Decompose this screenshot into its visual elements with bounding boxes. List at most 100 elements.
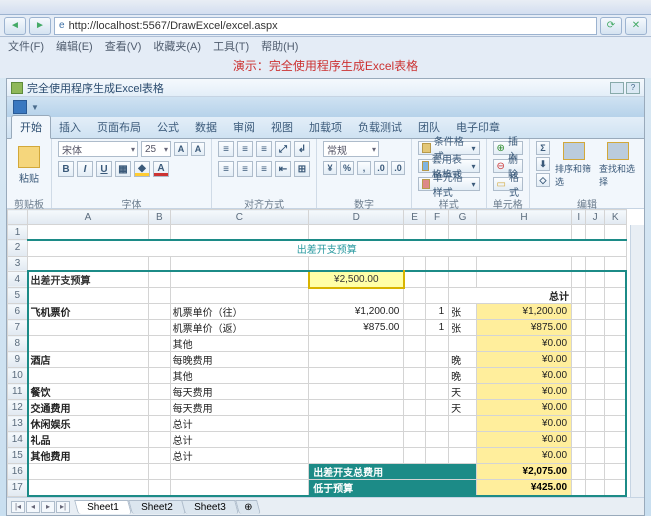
currency-button[interactable]: ¥ (323, 161, 337, 175)
wrap-text-button[interactable]: ↲ (294, 141, 310, 157)
col-header[interactable]: I (572, 210, 586, 225)
align-left-button[interactable]: ≡ (218, 161, 234, 177)
cell[interactable] (28, 256, 149, 271)
qty-cell[interactable] (425, 400, 448, 416)
col-header[interactable]: C (170, 210, 309, 225)
subtotal-cell[interactable]: ¥0.00 (476, 400, 571, 416)
cell[interactable] (404, 288, 426, 304)
row-header[interactable]: 1 (8, 225, 28, 240)
cell[interactable] (586, 496, 604, 497)
price-cell[interactable]: ¥1,200.00 (309, 304, 404, 320)
cell[interactable] (170, 496, 309, 497)
cell[interactable] (404, 432, 426, 448)
price-cell[interactable] (309, 352, 404, 368)
cell[interactable] (404, 400, 426, 416)
cell[interactable] (604, 288, 626, 304)
col-header[interactable] (8, 210, 28, 225)
cell[interactable] (604, 225, 626, 240)
clear-button[interactable]: ◇ (536, 173, 550, 187)
cell[interactable] (149, 352, 171, 368)
tab-nav-first[interactable]: |◂ (11, 501, 25, 513)
cell[interactable] (604, 416, 626, 432)
category-cell[interactable] (28, 336, 149, 352)
cell[interactable] (309, 256, 404, 271)
row-header[interactable]: 16 (8, 464, 28, 480)
row-header[interactable]: 12 (8, 400, 28, 416)
total-expense-value[interactable]: ¥2,075.00 (476, 464, 571, 480)
cell[interactable] (449, 271, 477, 288)
cell[interactable] (404, 368, 426, 384)
total-expense-label[interactable]: 出差开支总费用 (309, 464, 477, 480)
row-header[interactable]: 3 (8, 256, 28, 271)
sheet-tab-new[interactable]: ⊕ (235, 500, 261, 514)
cell[interactable] (586, 352, 604, 368)
subtotal-cell[interactable]: ¥0.00 (476, 336, 571, 352)
cell[interactable] (309, 496, 404, 497)
italic-button[interactable]: I (77, 161, 93, 177)
cell[interactable] (572, 304, 586, 320)
tab-home[interactable]: 开始 (11, 115, 51, 139)
tab-addins[interactable]: 加载项 (301, 116, 350, 138)
subtotal-cell[interactable]: ¥0.00 (476, 352, 571, 368)
comma-button[interactable]: , (357, 161, 371, 175)
worksheet-area[interactable]: ABCDEFGHIJK12出差开支预算34出差开支预算¥2,500.005总计6… (7, 209, 644, 497)
cell[interactable] (149, 271, 171, 288)
unit-cell[interactable]: 晚 (449, 352, 477, 368)
cell[interactable] (604, 320, 626, 336)
row-header[interactable]: 13 (8, 416, 28, 432)
cell[interactable] (586, 271, 604, 288)
border-button[interactable]: ▦ (115, 161, 131, 177)
item-cell[interactable]: 总计 (170, 448, 309, 464)
col-header[interactable]: H (476, 210, 571, 225)
menu-file[interactable]: 文件(F) (8, 38, 44, 54)
align-center-button[interactable]: ≡ (237, 161, 253, 177)
menu-favorites[interactable]: 收藏夹(A) (153, 38, 201, 54)
col-header[interactable]: K (604, 210, 626, 225)
cell[interactable] (170, 464, 309, 480)
cell[interactable] (149, 368, 171, 384)
cell[interactable] (586, 384, 604, 400)
tab-nav-next[interactable]: ▸ (41, 501, 55, 513)
tab-view[interactable]: 视图 (263, 116, 301, 138)
item-cell[interactable]: 机票单价（返） (170, 320, 309, 336)
under-budget-label[interactable]: 低于预算 (309, 480, 477, 497)
tab-loadtest[interactable]: 负载测试 (350, 116, 410, 138)
category-cell[interactable]: 酒店 (28, 352, 149, 368)
cell[interactable] (604, 496, 626, 497)
cell[interactable] (586, 288, 604, 304)
cell[interactable] (572, 256, 586, 271)
qty-cell[interactable]: 1 (425, 304, 448, 320)
price-cell[interactable]: ¥875.00 (309, 320, 404, 336)
orientation-button[interactable]: ⤢ (275, 141, 291, 157)
cell[interactable] (604, 336, 626, 352)
row-header[interactable]: 11 (8, 384, 28, 400)
bold-button[interactable]: B (58, 161, 74, 177)
tab-data[interactable]: 数据 (187, 116, 225, 138)
item-cell[interactable]: 机票单价（往） (170, 304, 309, 320)
cell[interactable] (476, 496, 571, 497)
grow-font-button[interactable]: A (174, 142, 188, 156)
category-cell[interactable]: 餐饮 (28, 384, 149, 400)
qat-dropdown-icon[interactable]: ▼ (31, 103, 39, 112)
cell[interactable] (604, 384, 626, 400)
subtotal-cell[interactable]: ¥1,200.00 (476, 304, 571, 320)
cell[interactable] (586, 432, 604, 448)
cell[interactable] (425, 496, 448, 497)
cell[interactable] (170, 288, 309, 304)
sheet-tab-2[interactable]: Sheet2 (128, 500, 185, 514)
cell[interactable] (476, 256, 571, 271)
cell[interactable] (604, 480, 626, 497)
row-header[interactable]: 5 (8, 288, 28, 304)
price-cell[interactable] (309, 400, 404, 416)
row-header[interactable]: 18 (8, 496, 28, 497)
indent-dec-button[interactable]: ⇤ (275, 161, 291, 177)
align-mid-button[interactable]: ≡ (237, 141, 253, 157)
item-cell[interactable]: 总计 (170, 432, 309, 448)
font-color-button[interactable]: A (153, 161, 169, 177)
cell[interactable] (572, 352, 586, 368)
align-right-button[interactable]: ≡ (256, 161, 272, 177)
cell[interactable] (586, 368, 604, 384)
cell[interactable] (572, 288, 586, 304)
fill-color-button[interactable]: ◆ (134, 161, 150, 177)
tab-review[interactable]: 审阅 (225, 116, 263, 138)
